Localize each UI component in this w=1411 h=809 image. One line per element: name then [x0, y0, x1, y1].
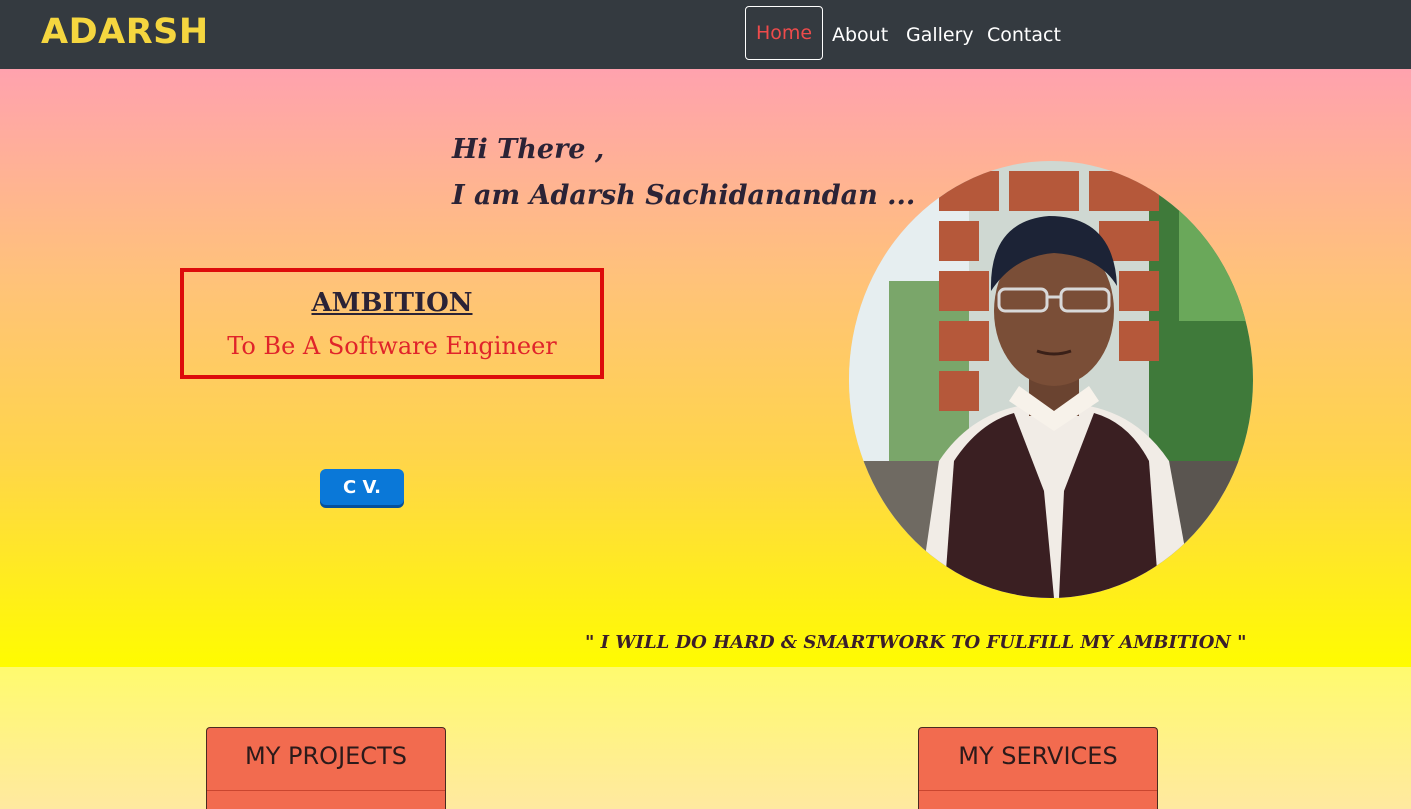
ambition-box: AMBITION To Be A Software Engineer [180, 268, 604, 379]
ambition-text: To Be A Software Engineer [227, 332, 557, 360]
nav-link-contact[interactable]: Contact [987, 22, 1061, 48]
greeting-line-2: I am Adarsh Sachidanandan ... [452, 180, 916, 211]
navbar: ADARSH Home About Gallery Contact [0, 0, 1411, 69]
card-divider [919, 790, 1157, 791]
greeting-heading: Hi There , I am Adarsh Sachidanandan ... [452, 127, 915, 219]
greeting-line-1: Hi There , [452, 134, 605, 165]
projects-card-title: MY PROJECTS [245, 742, 407, 770]
nav-link-home[interactable]: Home [745, 6, 823, 60]
hero-section: Hi There , I am Adarsh Sachidanandan ...… [0, 69, 1411, 667]
services-section: MY PROJECTS MY SERVICES [0, 667, 1411, 809]
services-card[interactable]: MY SERVICES [918, 727, 1158, 809]
nav-link-gallery[interactable]: Gallery [906, 22, 974, 48]
ambition-title: AMBITION [311, 288, 473, 318]
brand-logo[interactable]: ADARSH [41, 12, 209, 52]
projects-card[interactable]: MY PROJECTS [206, 727, 446, 809]
nav-link-about[interactable]: About [832, 22, 888, 48]
card-divider [207, 790, 445, 791]
motto-quote: " I WILL DO HARD & SMARTWORK TO FULFILL … [585, 632, 1247, 653]
profile-photo [849, 161, 1253, 598]
cv-button[interactable]: C V. [320, 469, 404, 505]
services-card-title: MY SERVICES [958, 742, 1118, 770]
